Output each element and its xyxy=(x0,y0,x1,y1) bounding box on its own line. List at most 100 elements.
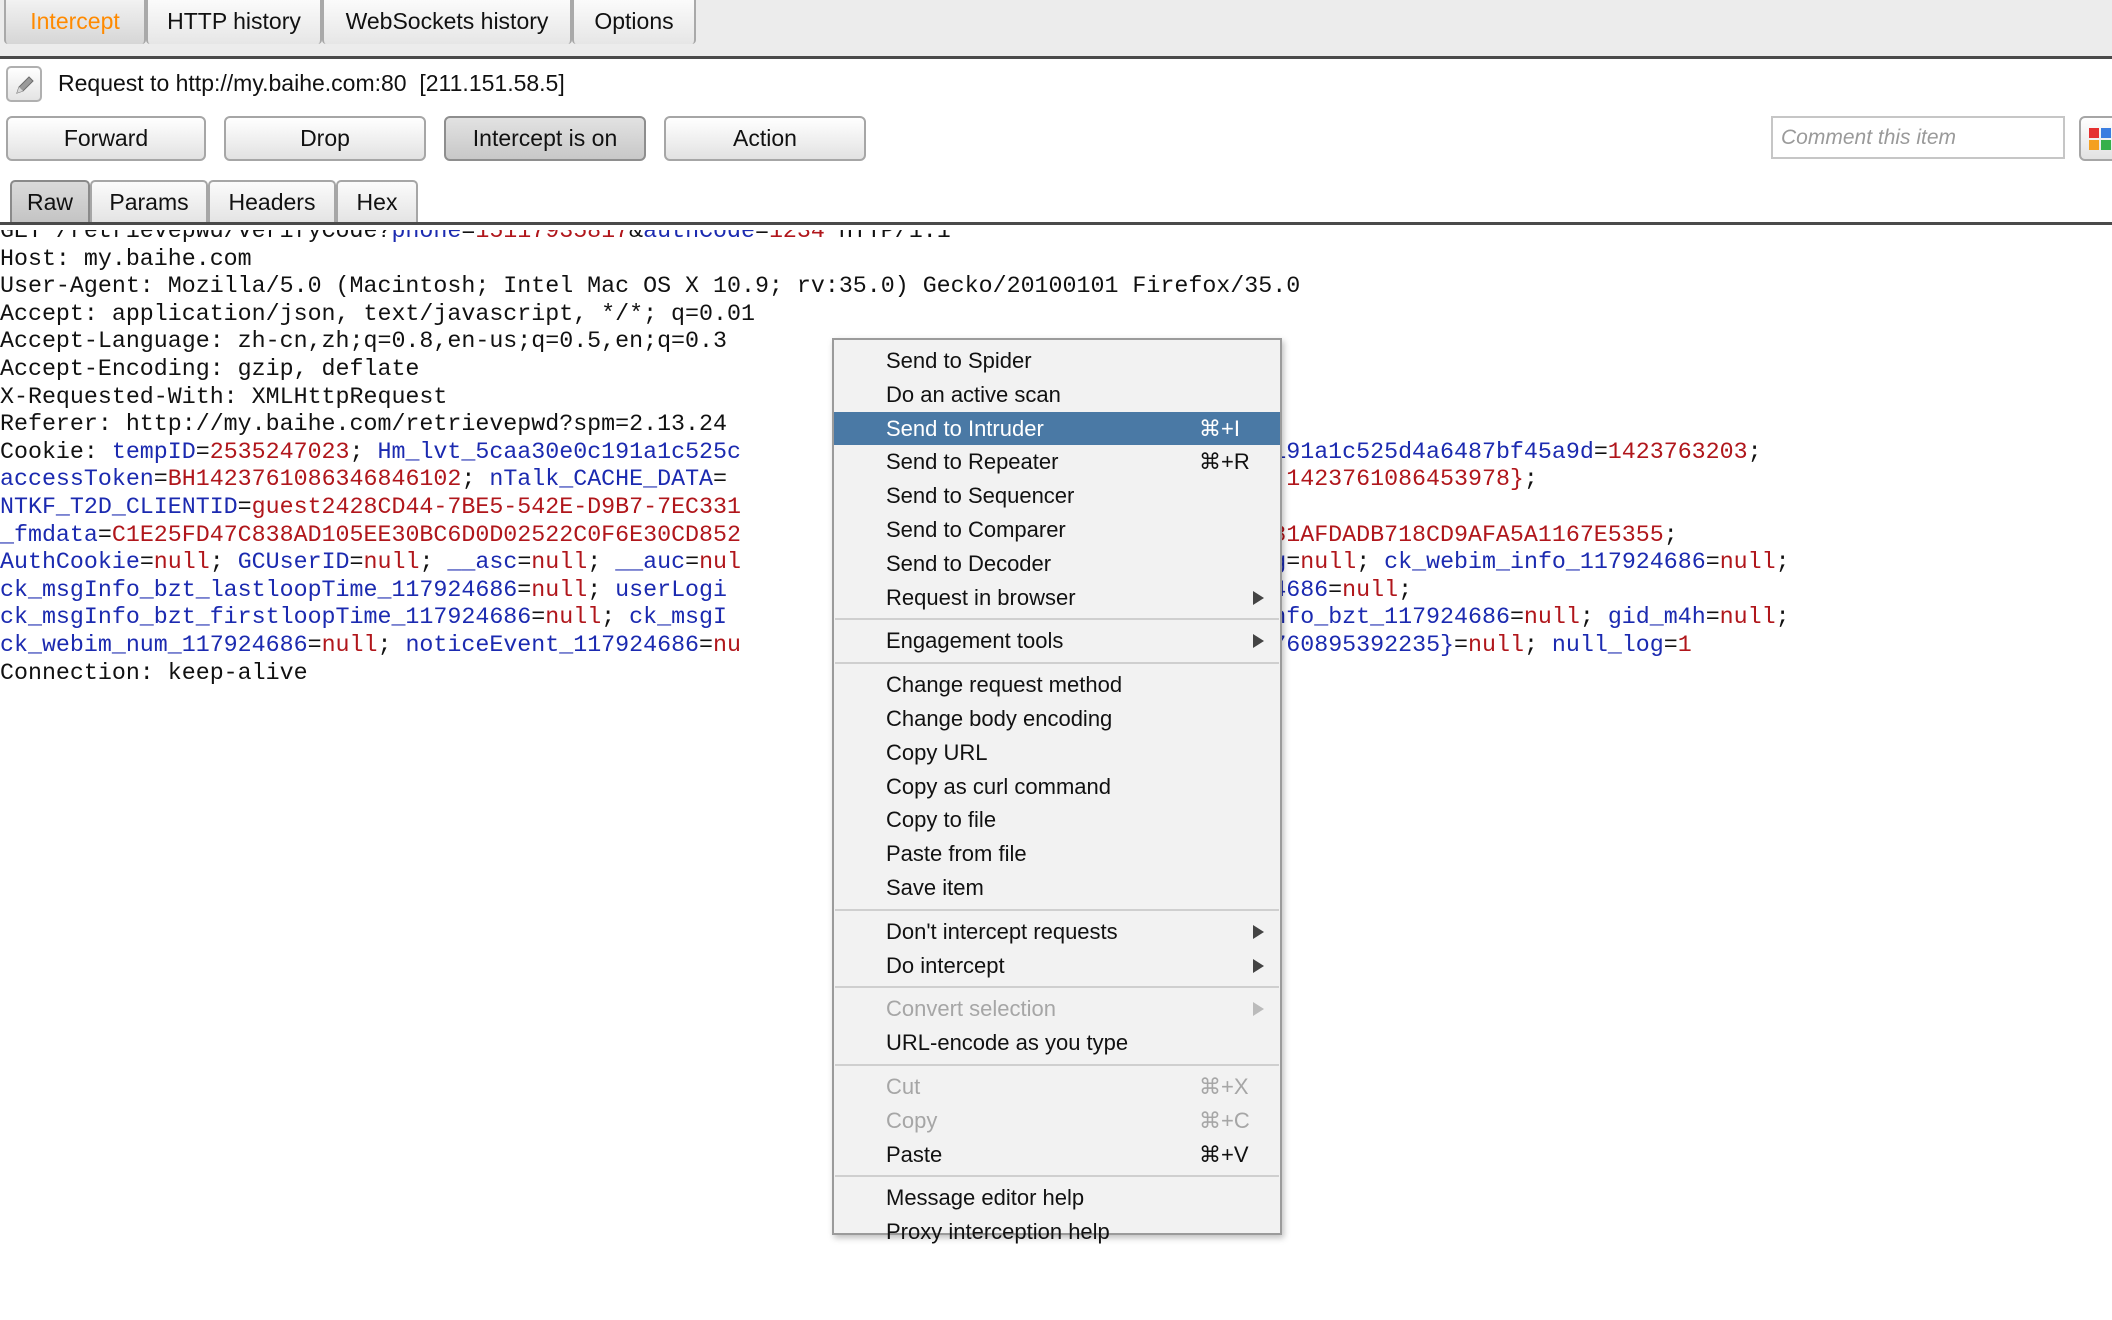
request-text: = xyxy=(153,466,168,493)
param-value: 1423763203 xyxy=(1607,438,1748,465)
menu-item-don-t-intercept-requests[interactable]: Don't intercept requests xyxy=(834,915,1280,948)
param-name: AuthCookie xyxy=(0,549,140,576)
menu-item-send-to-sequencer[interactable]: Send to Sequencer xyxy=(834,479,1280,512)
forward-button[interactable]: Forward xyxy=(6,116,206,161)
request-text: User-Agent: Mozilla/5.0 (Macintosh; Inte… xyxy=(0,273,1301,300)
top-tab-bar: Intercept HTTP history WebSockets histor… xyxy=(0,0,2112,59)
context-menu: Send to Spider Do an active scan Send to I… xyxy=(832,338,1282,1244)
request-line: GET /retrievepwd/verifyCode?phone=151179… xyxy=(0,230,951,245)
menu-item-label: Send to Comparer xyxy=(886,517,1066,542)
tab-headers[interactable]: Headers xyxy=(208,180,336,222)
menu-item-do-intercept[interactable]: Do intercept xyxy=(834,949,1280,982)
menu-item-paste-from-file[interactable]: Paste from file xyxy=(834,837,1280,870)
menu-item-shortcut: ⌘+I xyxy=(1199,415,1240,441)
menu-item-send-to-decoder[interactable]: Send to Decoder xyxy=(834,547,1280,580)
param-value: null xyxy=(1523,604,1580,631)
request-text: = xyxy=(139,549,154,576)
menu-item-send-to-comparer[interactable]: Send to Comparer xyxy=(834,513,1280,546)
tab-websockets-history[interactable]: WebSockets history xyxy=(322,0,572,44)
param-name: nTalk_CACHE_DATA xyxy=(489,466,714,493)
menu-item-proxy-interception-help[interactable]: Proxy interception help xyxy=(834,1215,1280,1248)
menu-item-engagement-tools[interactable]: Engagement tools xyxy=(834,624,1280,657)
request-text: ; xyxy=(1398,576,1413,603)
menu-item-save-item[interactable]: Save item xyxy=(834,871,1280,904)
submenu-arrow-icon xyxy=(1253,634,1264,649)
menu-separator xyxy=(835,618,1279,621)
menu-separator xyxy=(835,1175,1279,1178)
request-text: ; xyxy=(461,466,490,493)
param-value: null xyxy=(1719,604,1776,631)
menu-item-shortcut: ⌘+X xyxy=(1199,1074,1249,1099)
request-text: = xyxy=(531,604,546,631)
param-name: _fmdata xyxy=(0,521,98,548)
menu-item-send-to-intruder[interactable]: Send to Intruder ⌘+I xyxy=(834,411,1280,445)
drop-button[interactable]: Drop xyxy=(224,116,426,161)
menu-separator xyxy=(835,1064,1279,1066)
tab-hex[interactable]: Hex xyxy=(336,180,418,222)
menu-item-label: Send to Spider xyxy=(886,348,1032,373)
menu-item-label: Save item xyxy=(886,875,984,900)
menu-item-cut: Cut ⌘+X xyxy=(834,1070,1280,1103)
menu-item-label: Request in browser xyxy=(886,584,1076,610)
param-value: null xyxy=(153,549,210,576)
menu-item-label: Copy as curl command xyxy=(886,773,1111,799)
request-text: GET /retrievepwd/verifyCode? xyxy=(0,230,392,244)
tab-params[interactable]: Params xyxy=(90,180,208,222)
request-text: ; xyxy=(1356,549,1385,576)
request-text: = xyxy=(237,494,252,520)
pencil-icon[interactable] xyxy=(6,66,42,102)
action-button[interactable]: Action xyxy=(664,116,866,161)
menu-item-request-in-browser[interactable]: Request in browser xyxy=(834,581,1280,614)
request-line: User-Agent: Mozilla/5.0 (Macintosh; Inte… xyxy=(0,272,1300,300)
request-text: = xyxy=(1509,604,1524,631)
request-line: Host: my.baihe.com xyxy=(0,245,252,273)
highlight-color-icon[interactable] xyxy=(2079,116,2112,161)
request-text: ; xyxy=(1523,466,1538,493)
param-value: null xyxy=(1300,549,1357,576)
menu-item-label: Copy to file xyxy=(886,807,997,833)
param-value: null xyxy=(1468,632,1524,658)
menu-item-label: Change request method xyxy=(886,672,1123,698)
request-text: ; xyxy=(349,438,378,465)
menu-item-label: Copy xyxy=(886,1107,938,1133)
tab-intercept[interactable]: Intercept xyxy=(4,0,146,44)
menu-item-paste[interactable]: Paste ⌘+V xyxy=(834,1138,1280,1171)
intercept-toggle-button[interactable]: Intercept is on xyxy=(444,116,646,161)
request-text: HTTP/1.1 xyxy=(824,230,951,244)
request-text: ; xyxy=(587,576,616,603)
comment-input[interactable] xyxy=(1771,116,2065,159)
request-text: = xyxy=(1328,576,1343,603)
menu-item-copy-url[interactable]: Copy URL xyxy=(834,736,1280,769)
menu-item-url-encode-as-you-type[interactable]: URL-encode as you type xyxy=(834,1026,1280,1059)
request-target-label: Request to http://my.baihe.com:80 [211.1… xyxy=(58,70,565,96)
menu-item-label: Proxy interception help xyxy=(886,1219,1110,1245)
menu-item-message-editor-help[interactable]: Message editor help xyxy=(834,1181,1280,1214)
tab-options[interactable]: Options xyxy=(572,0,696,44)
param-value: C1E25FD47C838AD105EE30BC6D0D02522C0F6E30… xyxy=(111,521,741,548)
request-info-row: Request to http://my.baihe.com:80 [211.1… xyxy=(0,62,2112,108)
param-value: 15117935817 xyxy=(475,230,630,244)
param-name: GCUserID xyxy=(237,549,350,576)
request-line: Accept-Language: zh-cn,zh;q=0.8,en-us;q=… xyxy=(0,327,727,355)
tab-http-history[interactable]: HTTP history xyxy=(146,0,322,44)
param-name: ck_webim_num_117924686 xyxy=(0,632,308,658)
menu-item-copy-as-curl-command[interactable]: Copy as curl command xyxy=(834,770,1280,803)
menu-item-send-to-repeater[interactable]: Send to Repeater ⌘+R xyxy=(834,445,1280,478)
menu-item-send-to-spider[interactable]: Send to Spider xyxy=(834,344,1280,377)
menu-item-do-an-active-scan[interactable]: Do an active scan xyxy=(834,378,1280,411)
request-text: = xyxy=(97,521,112,548)
tab-raw[interactable]: Raw xyxy=(10,180,90,222)
param-name: Hm_lvt_5caa30e0c191a1c525c xyxy=(377,438,742,465)
menu-item-label: Send to Repeater xyxy=(886,449,1059,475)
param-value: guest2428CD44-7BE5-542E-D9B7-7EC331 xyxy=(251,494,741,520)
menu-item-change-body-encoding[interactable]: Change body encoding xyxy=(834,702,1280,735)
param-name: null_log xyxy=(1551,632,1664,658)
request-text: = xyxy=(1705,549,1720,576)
menu-item-label: Convert selection xyxy=(886,996,1056,1022)
menu-item-label: Paste xyxy=(886,1141,943,1167)
request-line: Referer: http://my.baihe.com/retrievepwd… xyxy=(0,410,727,438)
param-name: userLogi xyxy=(615,576,727,603)
menu-item-copy-to-file[interactable]: Copy to file xyxy=(834,803,1280,836)
menu-item-change-request-method[interactable]: Change request method xyxy=(834,668,1280,701)
request-text: Cookie: xyxy=(0,438,112,465)
